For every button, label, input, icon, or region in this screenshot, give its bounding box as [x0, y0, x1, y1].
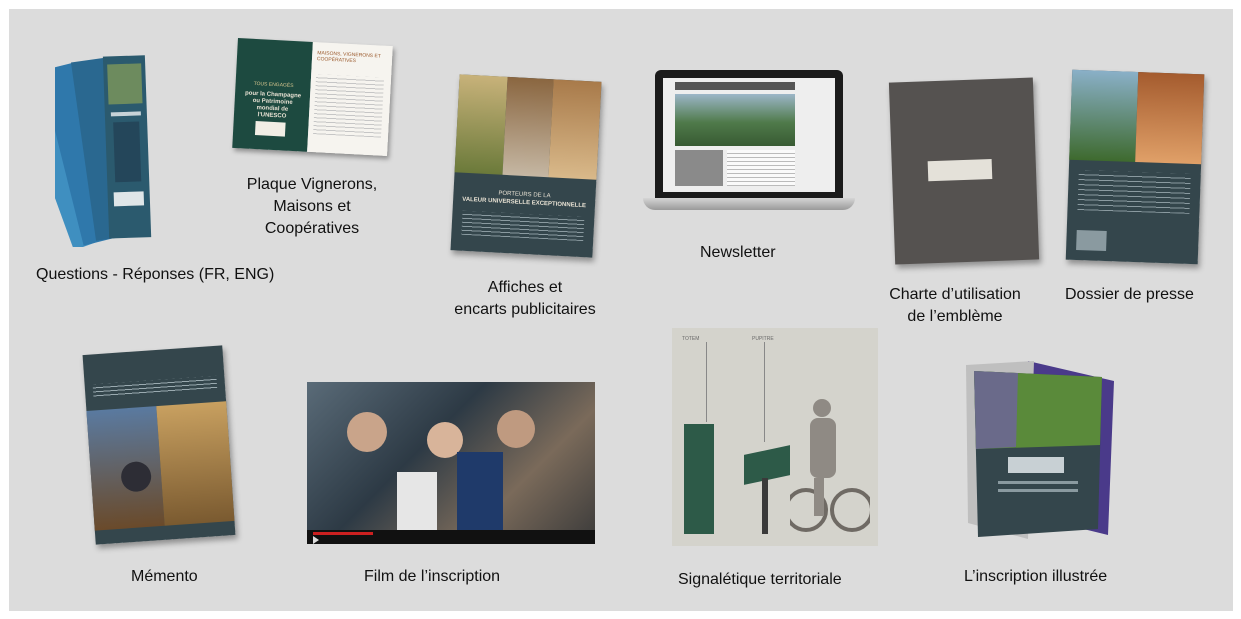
caption-charte-2: de l’emblème [907, 308, 1003, 325]
questions-reponses-leaflet[interactable] [55, 42, 200, 247]
caption-signaletique: Signalétique territoriale [678, 571, 842, 588]
signaletique-illustration[interactable]: TOTEM PUPITRE [672, 328, 878, 546]
inscription-illustree-book[interactable] [958, 353, 1118, 543]
caption-affiches-2: encarts publicitaires [454, 301, 596, 318]
charte-emblem-booklet[interactable] [888, 77, 1040, 265]
caption-plaque-2: Maisons et [273, 198, 351, 215]
affiches-poster[interactable]: PORTEURS DE LA VALEUR UNIVERSELLE EXCEPT… [450, 74, 602, 258]
plaque-left-text: pour la Champagne ou Patrimoine mondial … [244, 90, 302, 120]
plaque-vignerons[interactable]: TOUS ENGAGÉS pour la Champagne ou Patrim… [232, 38, 393, 156]
caption-questions-reponses: Questions - Réponses (FR, ENG) [36, 266, 275, 283]
film-inscription-video[interactable] [307, 382, 595, 544]
caption-film: Film de l’inscription [364, 568, 501, 585]
caption-charte-1: Charte d’utilisation [889, 286, 1021, 303]
leaflet-fan-image [55, 55, 152, 247]
video-progress-bar[interactable] [307, 530, 595, 544]
sign-label-right: PUPITRE [752, 336, 774, 342]
illustrated-book-image [966, 361, 1114, 539]
dossier-presse-booklet[interactable] [1065, 69, 1205, 265]
memento-booklet[interactable] [82, 345, 236, 545]
caption-plaque-3: Coopératives [264, 220, 360, 237]
play-icon[interactable] [313, 536, 319, 544]
newsletter-laptop[interactable] [643, 70, 855, 220]
caption-inscription-illustree: L’inscription illustrée [964, 568, 1108, 585]
caption-plaque-1: Plaque Vignerons, [246, 176, 378, 193]
sign-label-left: TOTEM [682, 336, 700, 342]
cyclist-silhouette [790, 399, 870, 532]
caption-memento: Mémento [131, 568, 198, 585]
totem-sign [684, 424, 714, 534]
caption-newsletter: Newsletter [700, 244, 776, 261]
caption-dossier-presse: Dossier de presse [1065, 286, 1194, 303]
caption-affiches-1: Affiches et [487, 279, 563, 296]
